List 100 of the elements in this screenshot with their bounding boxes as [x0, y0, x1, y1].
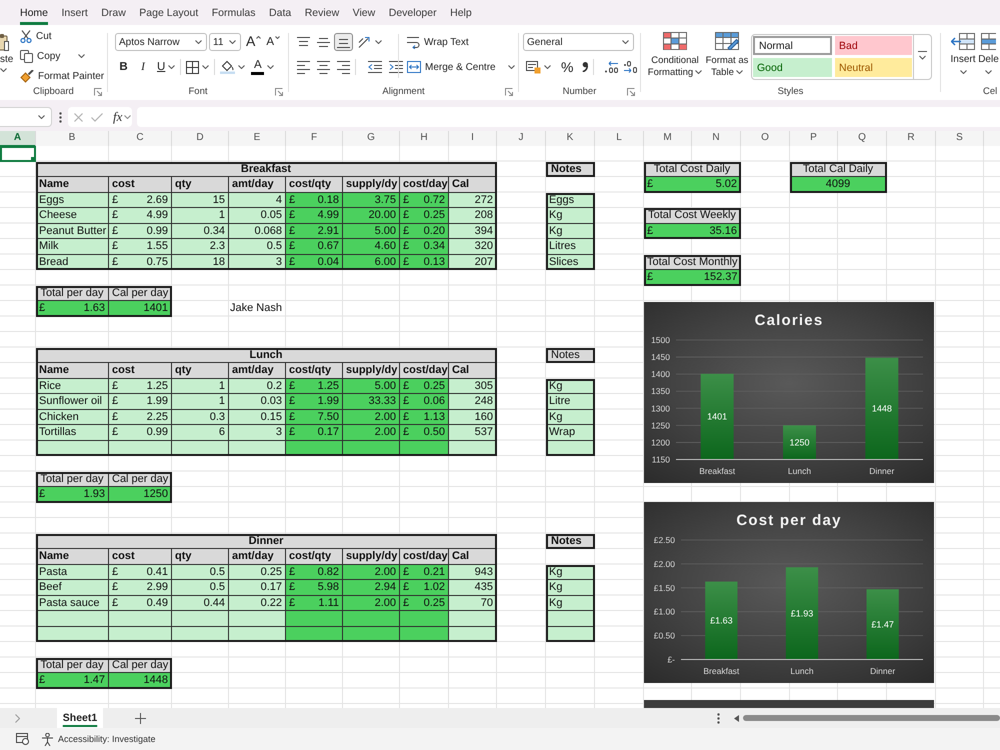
outdent-icon[interactable] — [368, 61, 382, 73]
format-painter-button[interactable]: Format Painter — [20, 66, 104, 86]
caret-icon — [275, 36, 280, 39]
arrow-right-decimals-icon[interactable] — [624, 61, 638, 73]
table-cell — [172, 626, 229, 642]
column-header: Cal — [449, 177, 497, 192]
indent-icon[interactable] — [389, 61, 403, 73]
table-cell — [109, 440, 172, 456]
accessibility-status[interactable]: Accessibility: Investigate — [58, 734, 156, 744]
align-bottom-button[interactable] — [334, 33, 353, 51]
table-cell: Cheese — [36, 208, 109, 224]
caret-icon — [544, 65, 551, 69]
merge-button[interactable]: Merge & Centre — [407, 58, 515, 76]
column-header: Cal per day — [109, 658, 172, 673]
corner-arrow-icon[interactable] — [627, 88, 635, 96]
active-cell[interactable] — [0, 146, 36, 162]
table-cell: 272 — [449, 192, 497, 208]
number-format-dropdown[interactable]: General — [523, 33, 634, 51]
ribbon-tab[interactable]: Page Layout — [139, 0, 198, 25]
delete-cells-button[interactable]: Dele — [978, 33, 999, 74]
align-top-icon — [297, 36, 310, 48]
corner-arrow-icon[interactable] — [275, 88, 283, 96]
table-cell: Pasta — [36, 564, 109, 580]
table-cell: 305 — [449, 378, 497, 394]
table-cell: 20.00 — [343, 208, 400, 224]
font-size-dropdown[interactable]: 11 — [209, 33, 241, 51]
table-cell: 320 — [449, 239, 497, 254]
data-label: £1.63 — [710, 616, 733, 626]
table-title: Dinner — [36, 534, 497, 549]
ribbon-tab[interactable]: Data — [269, 0, 292, 25]
align-right-icon[interactable] — [337, 60, 350, 74]
increase-font-size-button[interactable]: A — [246, 33, 262, 51]
table-cell: 1 — [172, 394, 229, 410]
conditional-formatting-button[interactable]: Conditional Formatting — [647, 32, 703, 79]
table-cell: Eggs — [36, 192, 109, 208]
cell-style-option[interactable]: Normal — [753, 36, 832, 55]
group-label: Font — [188, 86, 208, 98]
ribbon-tab[interactable]: Draw — [101, 0, 126, 25]
align-middle-icon — [317, 36, 330, 48]
percent-button[interactable]: % — [561, 58, 574, 76]
table-cell — [343, 626, 400, 642]
font-color-button[interactable]: A — [251, 58, 274, 76]
accounting-format-button[interactable] — [526, 58, 551, 76]
decrease-font-size-button[interactable]: A — [266, 33, 280, 51]
ribbon-tab[interactable]: Formulas — [212, 0, 256, 25]
corner-arrow-icon[interactable] — [505, 88, 513, 96]
insert-function-button[interactable]: fx — [113, 109, 132, 125]
sheet-tab[interactable]: Sheet1 — [57, 708, 103, 728]
table-cell: 5.00 — [343, 378, 400, 394]
font-name-dropdown[interactable]: Aptos Narrow — [115, 33, 207, 51]
wrap-text-button[interactable]: Wrap Text — [407, 33, 469, 51]
table-cell — [172, 440, 229, 456]
scrollbar-thumb[interactable] — [743, 715, 1000, 721]
insert-cells-button[interactable]: Insert — [950, 33, 976, 74]
format-as-table-button[interactable]: Format as Table — [704, 32, 750, 79]
underline-button[interactable]: U — [157, 58, 176, 76]
caret-up-icon — [256, 36, 262, 39]
bold-button[interactable]: B — [118, 58, 129, 76]
scissors-icon — [20, 30, 32, 42]
column-header[interactable]: A — [0, 131, 36, 146]
ribbon-tab[interactable]: View — [352, 0, 376, 25]
table-cell — [343, 440, 400, 456]
table-cell: 394 — [449, 224, 497, 239]
cut-button[interactable]: Cut — [20, 26, 104, 46]
table-cell: 0.22 — [229, 596, 286, 611]
triangle-left-icon[interactable] — [734, 714, 739, 722]
italic-button[interactable]: I — [138, 58, 148, 76]
arrow-left-decimals-icon[interactable] — [605, 61, 618, 73]
axis-tick-label: £1.50 — [654, 582, 675, 593]
align-center-icon[interactable] — [317, 60, 330, 74]
caret-icon — [229, 40, 236, 44]
cell-style-option[interactable]: Neutral — [835, 58, 912, 77]
table-cell: £ 0.67 — [286, 239, 343, 254]
cell-style-option[interactable]: Good — [753, 58, 832, 77]
table-cell — [343, 611, 400, 626]
paintbrush-icon — [20, 70, 34, 82]
corner-arrow-icon[interactable] — [94, 88, 102, 96]
comma-icon[interactable] — [582, 62, 588, 72]
ribbon-tab[interactable]: Insert — [62, 0, 88, 25]
ribbon-tab[interactable]: Review — [304, 0, 340, 25]
table-cell: Tortillas — [36, 425, 109, 440]
document-coin-icon — [526, 60, 541, 74]
align-left-icon[interactable] — [297, 60, 310, 74]
group-label: Number — [562, 86, 596, 98]
table-cell: Litres — [546, 239, 595, 254]
ribbon-tab[interactable]: Help — [450, 0, 472, 25]
cell-style-option[interactable]: Bad — [835, 36, 912, 55]
column-header: supply/dy — [343, 549, 400, 564]
vertical-dots-icon[interactable] — [59, 112, 62, 122]
plus-icon[interactable] — [135, 712, 146, 724]
borders-button[interactable] — [186, 58, 210, 76]
table-cell: Litre — [546, 394, 595, 410]
copy-button[interactable]: Copy — [20, 46, 104, 66]
summary-label: Total Cost Weekly — [644, 208, 741, 224]
vertical-dots-icon[interactable] — [717, 712, 720, 724]
table-cell — [229, 626, 286, 642]
paint-bucket-icon — [220, 60, 236, 74]
paste-button[interactable]: ste — [0, 25, 14, 86]
ribbon-tab[interactable]: Developer — [388, 0, 437, 25]
fill-color-button[interactable] — [220, 58, 246, 76]
